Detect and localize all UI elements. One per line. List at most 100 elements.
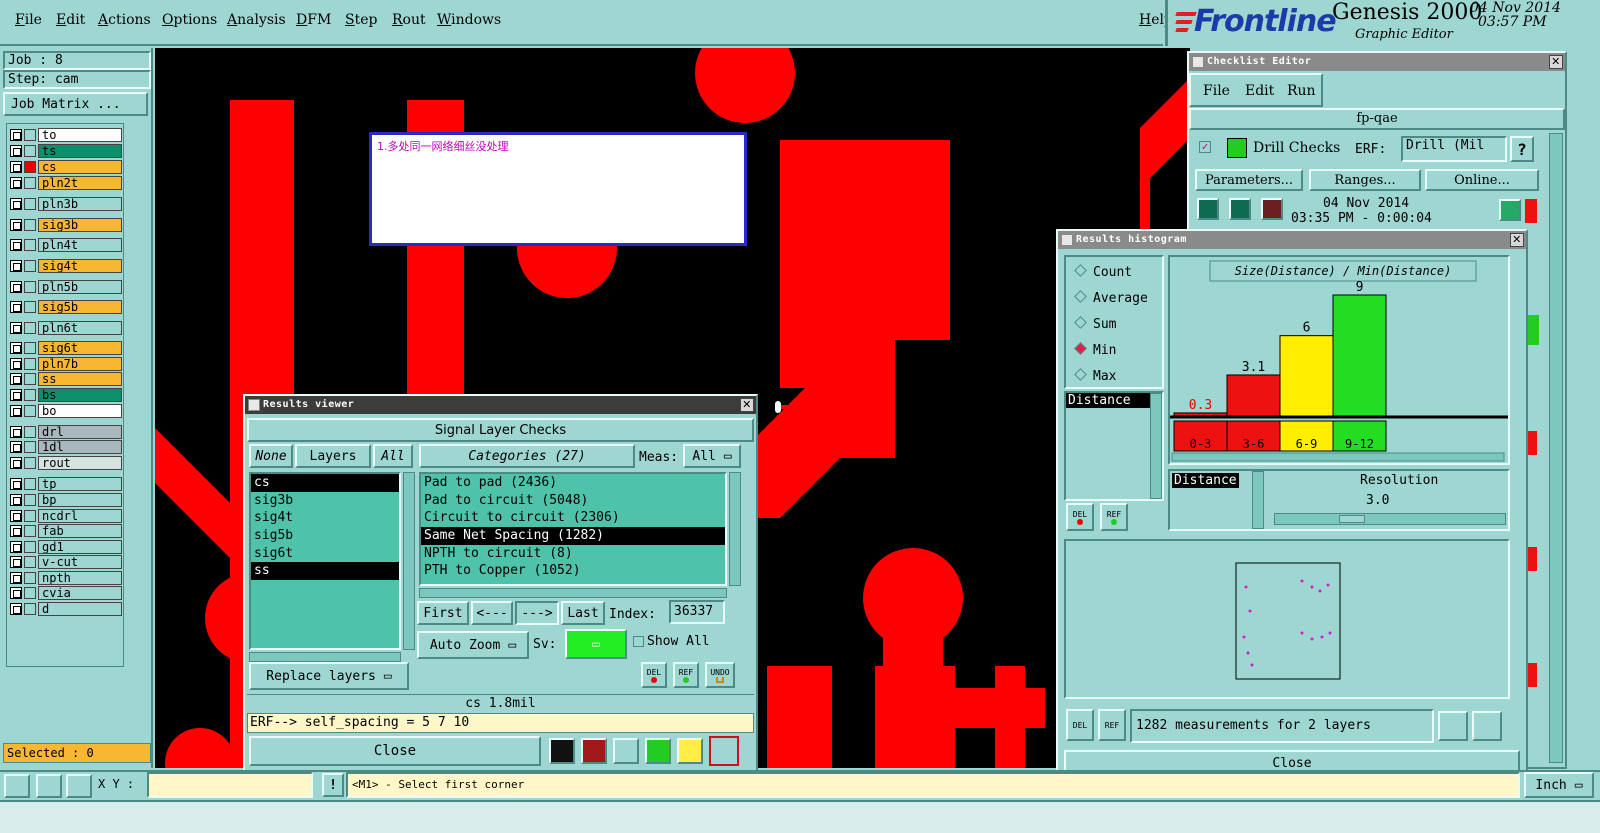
- checklist-menu-run[interactable]: Run: [1287, 83, 1316, 99]
- check-enabled-checkbox[interactable]: ✓: [1199, 141, 1211, 153]
- xy-input[interactable]: [147, 772, 313, 798]
- layer-swatch[interactable]: [24, 145, 36, 157]
- layer-checkbox[interactable]: [10, 587, 22, 599]
- layer-swatch[interactable]: [24, 239, 36, 251]
- layer-swatch[interactable]: [24, 219, 36, 231]
- mode-min[interactable]: Min: [1074, 342, 1116, 358]
- layer-checkbox[interactable]: [10, 478, 22, 490]
- layer-checkbox[interactable]: [10, 129, 22, 141]
- menu-dfm[interactable]: DFM: [296, 12, 331, 28]
- note-box[interactable]: 1.多处同一网络细丝没处理: [369, 132, 747, 246]
- layer-row-pln4t[interactable]: pln4t: [8, 238, 122, 252]
- layer-swatch[interactable]: [24, 405, 36, 417]
- checklist-scrollbar[interactable]: [1549, 133, 1563, 763]
- layer-row-ts[interactable]: ts: [8, 144, 122, 158]
- layer-row-tp[interactable]: tp: [8, 477, 122, 491]
- checklist-menu-file[interactable]: File: [1203, 83, 1230, 99]
- layer-result-item[interactable]: cs: [251, 474, 399, 492]
- snap-tool-icon[interactable]: [36, 774, 62, 798]
- layer-swatch[interactable]: [24, 358, 36, 370]
- export-icon[interactable]: [581, 738, 607, 764]
- layer-swatch[interactable]: [24, 260, 36, 272]
- layer-swatch[interactable]: [24, 301, 36, 313]
- run-check-icon-3[interactable]: [1261, 198, 1283, 220]
- index-field[interactable]: 36337: [669, 600, 725, 624]
- category-item[interactable]: NPTH to circuit (8): [421, 545, 725, 563]
- next-button[interactable]: --->: [515, 601, 559, 625]
- del-icon[interactable]: DEL: [1066, 503, 1094, 531]
- sv-select[interactable]: ▭: [565, 629, 627, 659]
- layer-checkbox[interactable]: [10, 426, 22, 438]
- layer-swatch[interactable]: [24, 389, 36, 401]
- category-scrollbar[interactable]: [729, 472, 741, 586]
- ref-icon[interactable]: REF: [1098, 709, 1126, 741]
- meas-select[interactable]: All ▭: [683, 444, 741, 468]
- parameters-button[interactable]: Parameters...: [1195, 169, 1303, 191]
- layer-row-drl[interactable]: drl: [8, 425, 122, 439]
- show-all-checkbox[interactable]: [633, 636, 644, 647]
- pointer-tool-icon[interactable]: [4, 774, 30, 798]
- layer-row-cs[interactable]: cs: [8, 160, 122, 174]
- last-button[interactable]: Last: [561, 601, 605, 625]
- layer-checkbox[interactable]: [10, 219, 22, 231]
- layer-checkbox[interactable]: [10, 322, 22, 334]
- erf-field[interactable]: Drill (Mil: [1401, 136, 1507, 162]
- mode-max[interactable]: Max: [1074, 368, 1116, 384]
- undo-icon[interactable]: UNDO: [705, 662, 735, 688]
- layer-swatch[interactable]: [24, 177, 36, 189]
- category-list[interactable]: Pad to pad (2436) Pad to circuit (5048) Ci…: [419, 472, 727, 586]
- layer-swatch[interactable]: [24, 457, 36, 469]
- online-button[interactable]: Online...: [1425, 169, 1539, 191]
- menu-edit[interactable]: Edit: [56, 12, 85, 28]
- layer-row-pln5b[interactable]: pln5b: [8, 280, 122, 294]
- menu-actions[interactable]: Actions: [98, 12, 151, 28]
- layer-swatch[interactable]: [24, 494, 36, 506]
- resolution-slider[interactable]: [1274, 513, 1506, 525]
- units-select[interactable]: Inch ▭: [1524, 772, 1594, 798]
- layer-swatch[interactable]: [24, 603, 36, 615]
- window-menu-icon[interactable]: [1061, 234, 1073, 246]
- export-icon[interactable]: [1438, 711, 1468, 741]
- attribute-scrollbar[interactable]: [1150, 393, 1162, 499]
- layer-checkbox[interactable]: [10, 457, 22, 469]
- layer-row-sig6t[interactable]: sig6t: [8, 341, 122, 355]
- layer-checkbox[interactable]: [10, 541, 22, 553]
- layer-row-sig5b[interactable]: sig5b: [8, 300, 122, 314]
- layer-row-pln6t[interactable]: pln6t: [8, 321, 122, 335]
- layer-result-item[interactable]: sig6t: [251, 545, 399, 563]
- layer-swatch[interactable]: [24, 556, 36, 568]
- layer-row-v-cut[interactable]: v-cut: [8, 555, 122, 569]
- run-check-icon-2[interactable]: [1229, 198, 1251, 220]
- layer-checkbox[interactable]: [10, 373, 22, 385]
- window-menu-icon[interactable]: [1192, 56, 1204, 68]
- close-icon[interactable]: ✕: [740, 398, 754, 412]
- mode-average[interactable]: Average: [1074, 290, 1148, 306]
- close-icon[interactable]: ✕: [1510, 233, 1524, 247]
- category-item[interactable]: Pad to circuit (5048): [421, 492, 725, 510]
- export-icon-2[interactable]: [1472, 711, 1502, 741]
- layer-checkbox[interactable]: [10, 239, 22, 251]
- layer-swatch[interactable]: [24, 373, 36, 385]
- category-item[interactable]: Same Net Spacing (1282): [421, 527, 725, 545]
- layer-checkbox[interactable]: [10, 441, 22, 453]
- erase-icon[interactable]: [613, 738, 639, 764]
- menu-analysis[interactable]: Analysis: [227, 12, 286, 28]
- job-matrix-button[interactable]: Job Matrix ...: [3, 92, 148, 116]
- del-icon[interactable]: DEL: [641, 662, 667, 688]
- layer-checkbox[interactable]: [10, 260, 22, 272]
- window-menu-icon[interactable]: [248, 399, 260, 411]
- help-icon[interactable]: ?: [1510, 136, 1534, 162]
- measure-icon[interactable]: [645, 738, 671, 764]
- menu-step[interactable]: Step: [345, 12, 377, 28]
- layer-row-ncdrl[interactable]: ncdrl: [8, 509, 122, 523]
- checklist-menu-edit[interactable]: Edit: [1245, 83, 1274, 99]
- layer-row-bo[interactable]: bo: [8, 404, 122, 418]
- layer-swatch[interactable]: [24, 161, 36, 173]
- ref-icon[interactable]: REF: [673, 662, 699, 688]
- mode-count[interactable]: Count: [1074, 264, 1132, 280]
- layer-result-item[interactable]: sig4t: [251, 509, 399, 527]
- layer-row-pln2t[interactable]: pln2t: [8, 176, 122, 190]
- chart-scrollbar[interactable]: [1171, 452, 1505, 462]
- layer-swatch[interactable]: [24, 281, 36, 293]
- layer-checkbox[interactable]: [10, 389, 22, 401]
